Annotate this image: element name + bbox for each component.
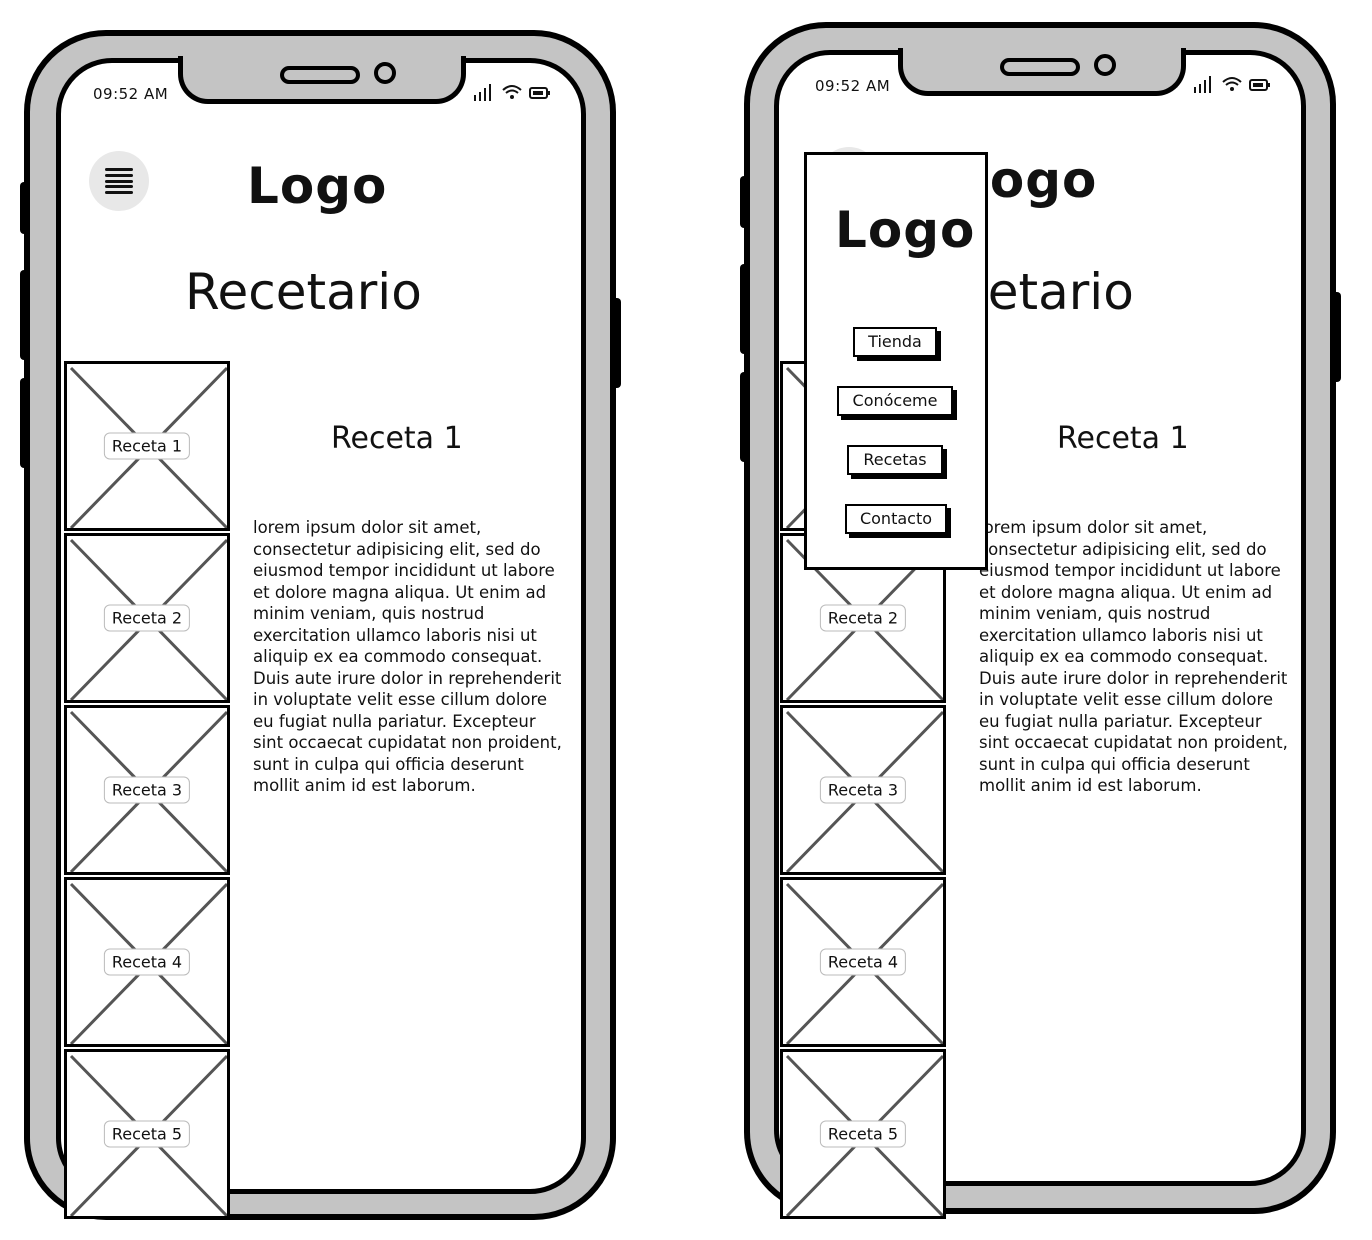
recipe-card-label: Receta 1 [103, 432, 191, 460]
menu-item-recetas[interactable]: Recetas [847, 445, 943, 475]
recipe-card-label: Receta 2 [103, 604, 191, 632]
recipe-card[interactable]: Receta 5 [780, 1049, 946, 1219]
recipe-card-label: Receta 4 [103, 948, 191, 976]
status-time: 09:52 AM [93, 85, 169, 103]
header-logo: Logo [247, 157, 388, 215]
battery-icon [1249, 79, 1270, 91]
drawer-logo: Logo [835, 201, 976, 259]
recipe-card-label: Receta 3 [819, 776, 907, 804]
recipe-card[interactable]: Receta 5 [64, 1049, 230, 1219]
recipe-card-label: Receta 4 [819, 948, 907, 976]
page-title: Recetario [185, 263, 422, 321]
recipe-card-label: Receta 3 [103, 776, 191, 804]
menu-item-contacto[interactable]: Contacto [845, 504, 947, 534]
hamburger-menu-icon [105, 168, 133, 194]
battery-icon [529, 87, 550, 99]
front-camera [1094, 54, 1116, 76]
speaker [1000, 58, 1080, 76]
recipe-card[interactable]: Receta 1 [64, 361, 230, 531]
recipe-title: Receta 1 [331, 421, 463, 456]
menu-item-tienda[interactable]: Tienda [853, 327, 937, 357]
menu-item-conoceme[interactable]: Conóceme [837, 386, 953, 416]
speaker [280, 66, 360, 84]
recipe-card-label: Receta 5 [103, 1120, 191, 1148]
recipe-card[interactable]: Receta 2 [64, 533, 230, 703]
wifi-icon [502, 85, 522, 99]
signal-icon [474, 84, 491, 101]
recipe-title: Receta 1 [1057, 421, 1189, 456]
recipe-body: lorem ipsum dolor sit amet, consectetur … [979, 518, 1288, 795]
wifi-icon [1222, 77, 1242, 91]
status-icons [473, 83, 551, 101]
front-camera [374, 62, 396, 84]
menu-button[interactable] [89, 151, 149, 211]
recipe-card[interactable]: Receta 3 [64, 705, 230, 875]
recipe-card-label: Receta 2 [819, 604, 907, 632]
recipe-card[interactable]: Receta 4 [64, 877, 230, 1047]
status-time: 09:52 AM [815, 77, 891, 95]
recipe-body: lorem ipsum dolor sit amet, consectetur … [253, 518, 562, 795]
recipe-card-label: Receta 5 [819, 1120, 907, 1148]
recipe-card[interactable]: Receta 4 [780, 877, 946, 1047]
signal-icon [1194, 76, 1211, 93]
nav-drawer: Logo Tienda Conóceme Recetas Contacto [804, 152, 988, 570]
recipe-card[interactable]: Receta 3 [780, 705, 946, 875]
status-icons [1193, 75, 1271, 93]
